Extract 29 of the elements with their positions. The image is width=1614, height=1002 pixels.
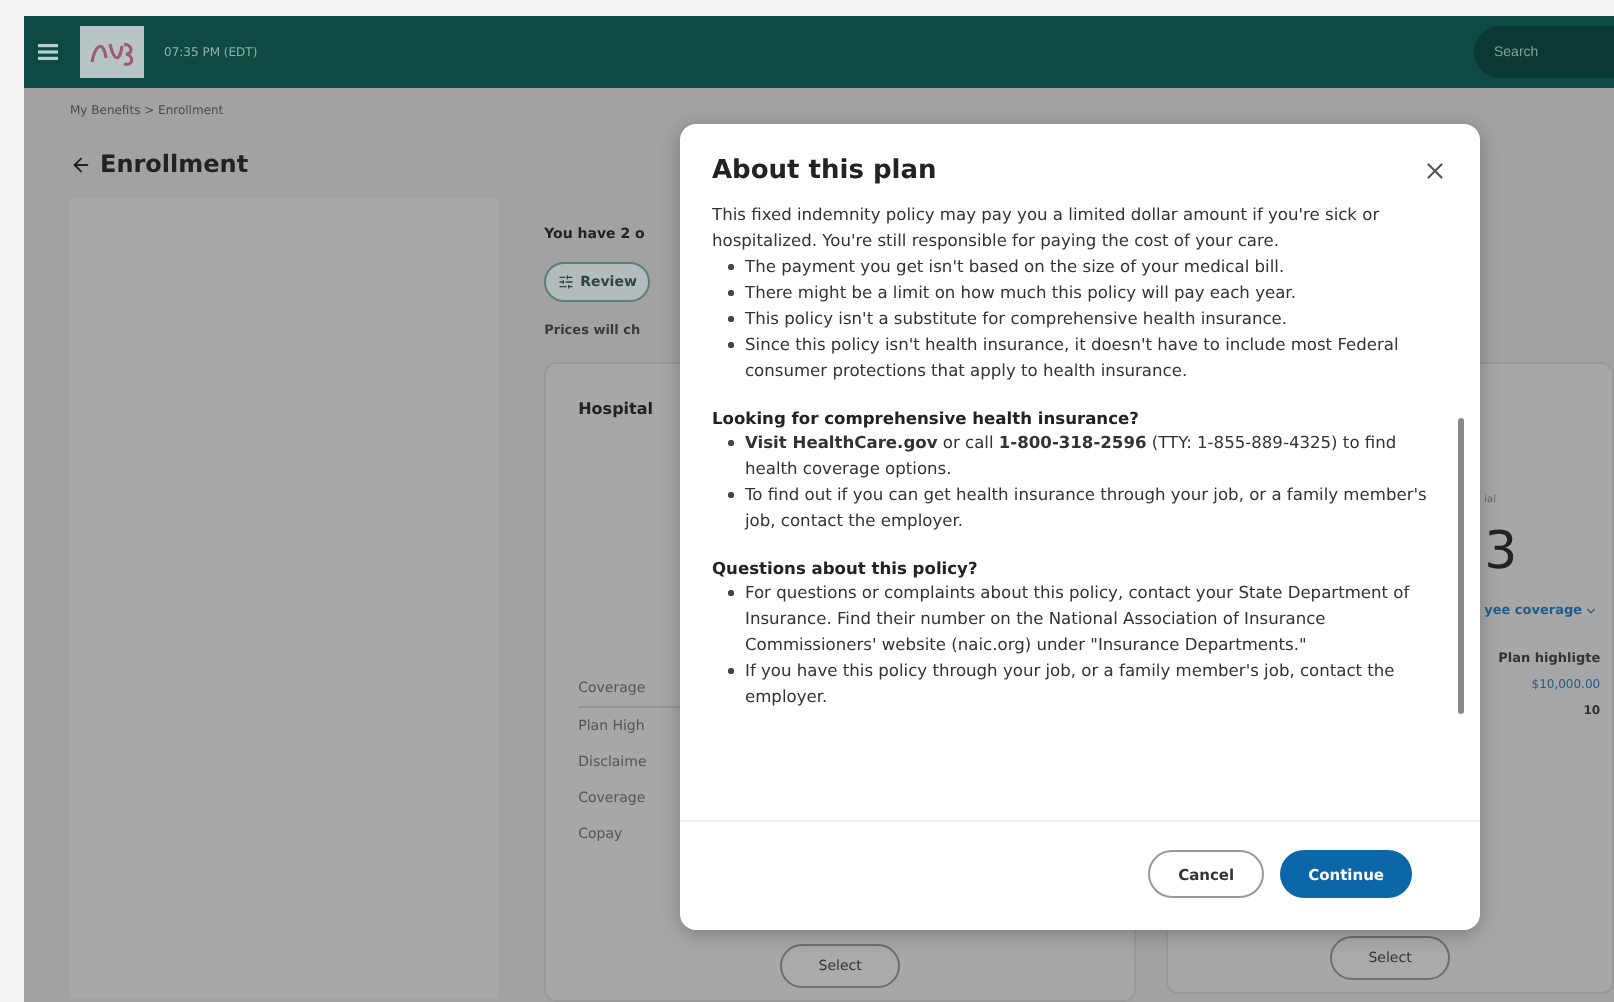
- bullet-icon: [728, 590, 733, 595]
- caret-icon: [1584, 603, 1599, 617]
- plan-amount: 3: [1484, 522, 1518, 582]
- bullet-text: The payment you get isn't based on the size of your medical bill.: [745, 256, 1285, 276]
- section-heading: Looking for comprehensive health insurance?: [712, 408, 1141, 428]
- close-button[interactable]: [1422, 158, 1448, 184]
- bullet-text: To find out if you can get health insurance through your job, or a family member's job, contact the employer.: [745, 484, 1427, 530]
- bullet-text: Since this policy isn't health insurance, it doesn't have to include most Federal consumer protections that apply to health insurance.: [745, 334, 1399, 380]
- bullet-icon: [728, 316, 733, 321]
- bullet-text: There might be a limit on how much this policy will pay each year.: [745, 282, 1296, 302]
- intro-paragraph: This fixed indemnity policy may pay you a limited dollar amount if you're sick or hospitalized. You're still responsible for paying the cost of your care.: [712, 202, 1382, 254]
- menu-icon[interactable]: [36, 40, 60, 64]
- bullet-icon: [728, 264, 733, 269]
- bullet-icon: [728, 492, 733, 497]
- bullet-text: Visit HealthCare.gov or call 1-800-318-2596 (TTY: 1-855-889-4325) to find health coverage options.: [745, 432, 1397, 478]
- page-title: Enrollment: [100, 150, 249, 178]
- back-arrow-icon[interactable]: [70, 153, 92, 175]
- plan-title: Hospital: [578, 400, 653, 418]
- logo-icon: [80, 26, 144, 78]
- sliders-icon: [558, 274, 575, 290]
- bullet-icon: [728, 668, 733, 673]
- bullet-icon: [728, 440, 733, 445]
- bullet-icon: [728, 290, 733, 295]
- dialog-title: About this plan: [712, 156, 937, 186]
- bullet-icon: [728, 342, 733, 347]
- bullet-text: For questions or complaints about this policy, contact your State Department of Insurance. Find their number on the National Association of Insurance Commissioners' website (naic.org) under "Insurance Departments.": [745, 582, 1410, 654]
- bullet-text: This policy isn't a substitute for comprehensive health insurance.: [745, 308, 1288, 328]
- scrollbar[interactable]: [1458, 418, 1464, 714]
- section-heading: Questions about this policy?: [712, 558, 980, 578]
